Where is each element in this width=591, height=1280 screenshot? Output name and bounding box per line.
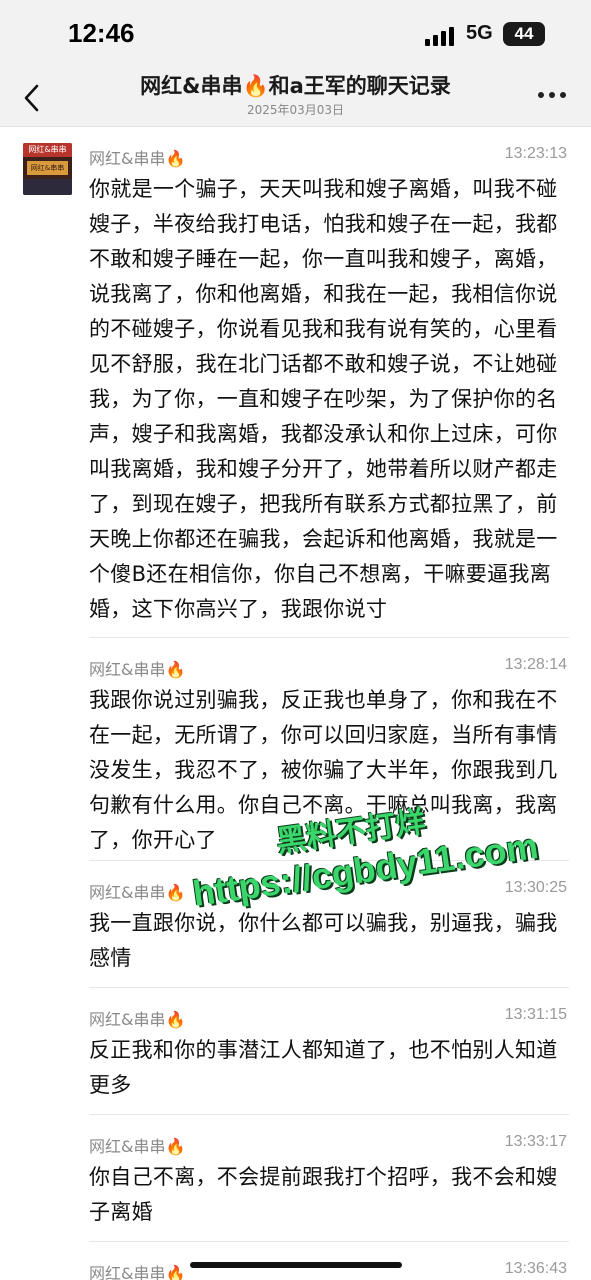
message-sender: 网红&串串🔥 <box>89 1264 186 1280</box>
signal-icon <box>425 26 457 46</box>
avatar-sign-text: 网红&串串 <box>27 161 68 175</box>
message-sender: 网红&串串🔥 <box>89 660 186 679</box>
message-sender: 网红&串串🔥 <box>89 149 186 168</box>
message-time: 13:31:15 <box>504 1006 567 1023</box>
message-text: 我一直跟你说，你什么都可以骗我，别逼我，骗我感情 <box>89 911 558 970</box>
divider <box>89 1114 569 1115</box>
message-text: 反正我和你的事潜江人都知道了，也不怕别人知道更多 <box>89 1038 558 1097</box>
message-time: 13:30:25 <box>504 879 567 896</box>
nav-bar: 网红&串串🔥和a王军的聊天记录 2025年03月03日 <box>0 70 591 127</box>
page-title: 网红&串串🔥和a王军的聊天记录 <box>140 74 451 98</box>
divider <box>89 1241 569 1242</box>
avatar[interactable]: 网红&串串 网红&串串 <box>23 143 72 195</box>
status-bar: 12:46 5G 44 <box>0 0 591 70</box>
battery-icon: 44 <box>503 22 545 46</box>
message-time: 13:23:13 <box>504 145 567 162</box>
message-sender: 网红&串串🔥 <box>89 1137 186 1156</box>
avatar-text: 网红&串串 <box>23 143 72 157</box>
divider <box>89 987 569 988</box>
message-time: 13:36:43 <box>504 1260 567 1277</box>
message-time: 13:33:17 <box>504 1133 567 1150</box>
message-sender: 网红&串串🔥 <box>89 1010 186 1029</box>
divider <box>89 637 569 638</box>
status-time: 12:46 <box>68 18 135 48</box>
home-indicator[interactable] <box>190 1262 402 1268</box>
message-text: 我跟你说过别骗我，反正我也单身了，你和我在不在一起，无所谓了，你可以回归家庭，当… <box>89 688 558 852</box>
message-time: 13:28:14 <box>504 656 567 673</box>
divider <box>89 860 569 861</box>
network-type: 5G <box>466 22 493 44</box>
page-subtitle-date: 2025年03月03日 <box>246 103 345 117</box>
message-sender: 网红&串串🔥 <box>89 883 186 902</box>
message-text: 你自己不离，不会提前跟我打个招呼，我不会和嫂子离婚 <box>89 1165 558 1224</box>
message-text: 你就是一个骗子，天天叫我和嫂子离婚，叫我不碰嫂子，半夜给我打电话，怕我和嫂子在一… <box>89 177 558 621</box>
more-button[interactable] <box>538 92 566 100</box>
